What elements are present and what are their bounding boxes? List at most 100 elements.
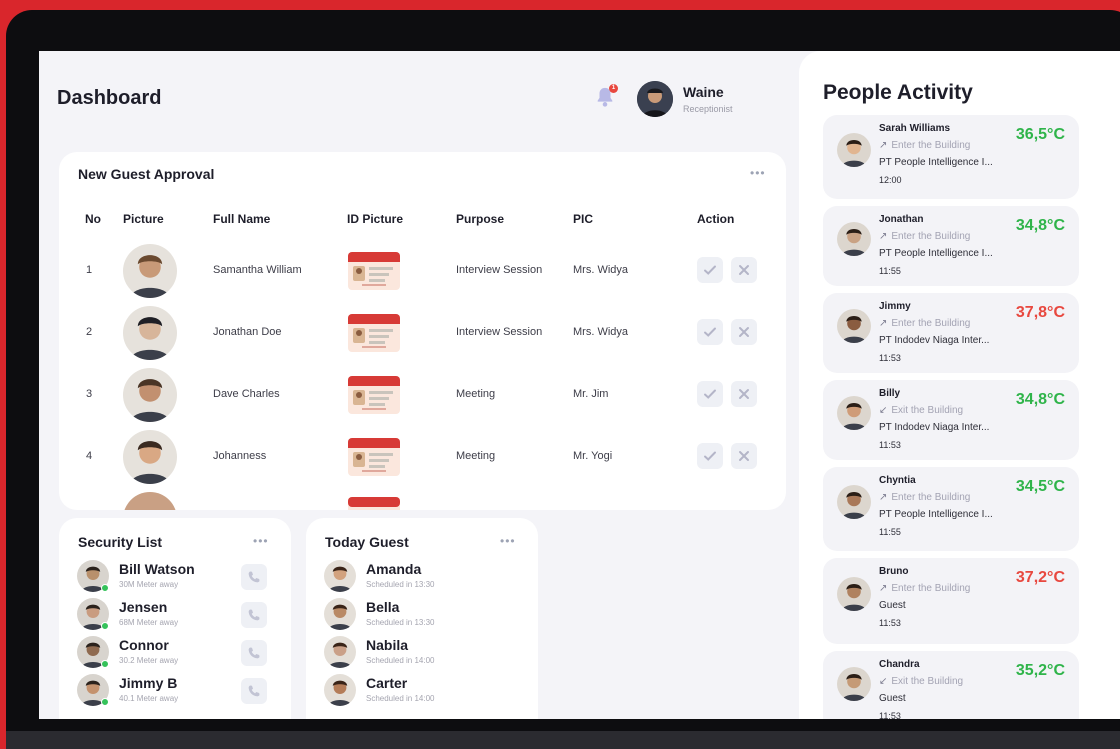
- movement-label: Enter the Building: [891, 231, 971, 242]
- reject-button[interactable]: [731, 257, 757, 283]
- avatar: [837, 577, 871, 611]
- direction-arrow-icon: ↗: [879, 231, 888, 242]
- security-name: Jimmy B: [119, 675, 178, 691]
- device-base: [6, 731, 1120, 749]
- table-row: 1 Samantha William Interview Session Mrs. W…: [59, 240, 786, 302]
- activity-card[interactable]: Chyntia ↗ Enter the Building PT People Inte…: [823, 467, 1079, 551]
- person-organization: Guest: [879, 600, 906, 611]
- avatar: [324, 674, 356, 706]
- body-temperature: 35,2°C: [1015, 662, 1065, 679]
- page-title: Dashboard: [57, 87, 162, 109]
- guest-approval-title: New Guest Approval: [78, 166, 215, 182]
- activity-time: 11:53: [879, 711, 901, 719]
- phone-icon: [247, 684, 261, 698]
- avatar[interactable]: [637, 81, 673, 117]
- call-button[interactable]: [241, 602, 267, 628]
- row-number: 1: [86, 264, 93, 276]
- person-name: Chyntia: [879, 475, 916, 486]
- avatar: [324, 598, 356, 630]
- main-area: Dashboard 1 Waine Receptionist New Guest…: [39, 51, 799, 719]
- online-status-dot: [101, 622, 109, 630]
- list-item: Bill Watson 30M Meter away: [77, 560, 287, 596]
- movement-label: Enter the Building: [891, 492, 971, 503]
- body-temperature: 34,8°C: [1015, 391, 1065, 408]
- activity-time: 11:55: [879, 527, 901, 537]
- reject-button[interactable]: [731, 381, 757, 407]
- call-button[interactable]: [241, 678, 267, 704]
- guest-purpose: Meeting: [456, 388, 496, 400]
- guest-full-name: Johanness: [213, 450, 267, 462]
- more-options-icon[interactable]: •••: [750, 166, 766, 180]
- direction-arrow-icon: ↗: [879, 492, 888, 503]
- row-number: 2: [86, 326, 93, 338]
- avatar: [837, 667, 871, 701]
- user-role: Receptionist: [683, 104, 733, 114]
- activity-card[interactable]: Jonathan ↗ Enter the Building PT People Int…: [823, 206, 1079, 286]
- movement-label: Enter the Building: [891, 583, 971, 594]
- avatar: [837, 133, 871, 167]
- column-header-id-picture: ID Picture: [347, 212, 404, 226]
- approve-button[interactable]: [697, 319, 723, 345]
- call-button[interactable]: [241, 640, 267, 666]
- activity-card[interactable]: Chandra ↙ Exit the Building Guest 11:53 35,2°…: [823, 651, 1079, 719]
- person-name: Chandra: [879, 659, 920, 670]
- id-card-icon: [348, 497, 400, 510]
- close-icon: [737, 325, 751, 339]
- body-temperature: 37,8°C: [1015, 304, 1065, 321]
- approve-button[interactable]: [697, 381, 723, 407]
- direction-arrow-icon: ↗: [879, 318, 888, 329]
- list-item: Bella Scheduled in 13:30: [324, 598, 534, 634]
- user-name: Waine: [683, 84, 724, 100]
- row-number: 3: [86, 388, 93, 400]
- column-header-action: Action: [697, 212, 735, 226]
- guest-name: Nabila: [366, 637, 409, 653]
- more-options-icon[interactable]: •••: [253, 534, 269, 548]
- avatar: [837, 222, 871, 256]
- guest-photo: [123, 430, 177, 484]
- reject-button[interactable]: [731, 319, 757, 345]
- id-card-icon[interactable]: [347, 375, 401, 415]
- table-row: 4 Johanness Meeting Mr. Yogi: [59, 426, 786, 488]
- row-number: 4: [86, 450, 93, 462]
- guest-photo: [123, 492, 177, 510]
- person-name: Billy: [879, 388, 901, 399]
- direction-arrow-icon: ↗: [879, 140, 888, 151]
- security-name: Jensen: [119, 599, 168, 615]
- person-organization: PT People Intelligence I...: [879, 248, 993, 259]
- call-button[interactable]: [241, 564, 267, 590]
- table-row: 3 Dave Charles Meeting Mr. Jim: [59, 364, 786, 426]
- security-list-card: Security List ••• Bill Watson 30M Meter a…: [59, 518, 291, 719]
- guest-schedule: Scheduled in 14:00: [366, 656, 435, 665]
- table-row: 2 Jonathan Doe Interview Session Mrs. Widya: [59, 302, 786, 364]
- direction-arrow-icon: ↗: [879, 583, 888, 594]
- direction-arrow-icon: ↙: [879, 405, 888, 416]
- approve-button[interactable]: [697, 443, 723, 469]
- person-name: Bruno: [879, 566, 909, 577]
- activity-card[interactable]: Sarah Williams ↗ Enter the Building PT Peop…: [823, 115, 1079, 199]
- app-screen: Dashboard 1 Waine Receptionist New Guest…: [39, 51, 1120, 719]
- id-card-icon[interactable]: [347, 251, 401, 291]
- body-temperature: 34,8°C: [1015, 217, 1065, 234]
- activity-time: 11:53: [879, 440, 901, 450]
- activity-card[interactable]: Bruno ↗ Enter the Building Guest 11:53 37,2°C: [823, 558, 1079, 644]
- activity-card[interactable]: Billy ↙ Exit the Building PT Indodev Niaga …: [823, 380, 1079, 460]
- movement-direction: ↗ Enter the Building: [879, 492, 970, 503]
- check-icon: [703, 325, 717, 339]
- person-organization: PT Indodev Niaga Inter...: [879, 335, 990, 346]
- id-card-icon[interactable]: [347, 313, 401, 353]
- activity-time: 11:53: [879, 618, 901, 628]
- reject-button[interactable]: [731, 443, 757, 469]
- notification-badge: 1: [609, 84, 618, 93]
- person-name: Jonathan: [879, 214, 924, 225]
- movement-label: Enter the Building: [891, 140, 971, 151]
- column-header-purpose: Purpose: [456, 212, 505, 226]
- id-card-icon[interactable]: [347, 437, 401, 477]
- guest-pic: Mr. Jim: [573, 388, 609, 400]
- guest-pic: Mrs. Widya: [573, 264, 628, 276]
- activity-card[interactable]: Jimmy ↗ Enter the Building PT Indodev Niaga…: [823, 293, 1079, 373]
- list-item: Amanda Scheduled in 13:30: [324, 560, 534, 596]
- movement-direction: ↗ Enter the Building: [879, 140, 970, 151]
- approve-button[interactable]: [697, 257, 723, 283]
- avatar: [837, 309, 871, 343]
- more-options-icon[interactable]: •••: [500, 534, 516, 548]
